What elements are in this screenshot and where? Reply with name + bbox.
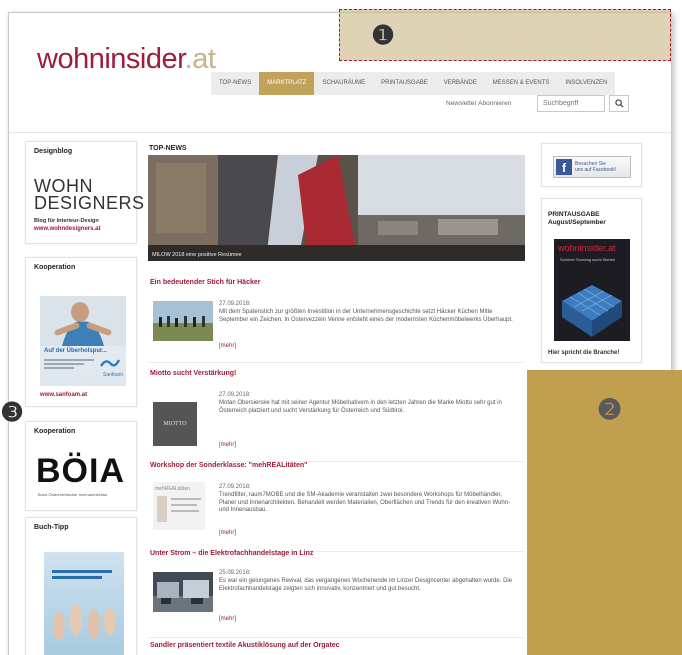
nav-item-marktplatz[interactable]: MARKTPLATZ: [259, 72, 315, 95]
nav-item-printausgabe[interactable]: PRINTAUSGABE: [373, 72, 436, 95]
designblog-title: Designblog: [34, 148, 73, 155]
facebook-button[interactable]: f Besuchen Sie uns auf Facebook!: [553, 156, 631, 178]
sanfoam-brand: Sanfoam: [102, 372, 123, 378]
article-item: Unter Strom – die Elektrofachhandelstage…: [148, 550, 525, 638]
cover-logo: wohninsider.at: [558, 243, 616, 253]
article-body: Motan Obersierske hat mit seiner Agentur…: [219, 400, 502, 414]
article-date: 25.09.2018:: [219, 570, 251, 576]
article-more-link[interactable]: [mehr]: [219, 616, 236, 622]
article-more-link[interactable]: [mehr]: [219, 530, 236, 536]
callout-badge-1: ❶: [371, 20, 395, 50]
miotto-logo: MIOTTO: [163, 421, 187, 427]
main-nav: TOP-NEWS MARKTPLATZ SCHAURÄUME PRINTAUSG…: [211, 72, 616, 95]
kooperation-title: Kooperation: [34, 264, 76, 271]
search-input[interactable]: [537, 95, 605, 112]
nav-item-verbaende[interactable]: VERBÄNDE: [436, 72, 485, 95]
article-title[interactable]: Unter Strom – die Elektrofachhandelstage…: [150, 550, 313, 557]
article-date: 27.09.2018:: [219, 301, 251, 307]
search-icon: [614, 99, 624, 108]
designblog-tagline: Blog für Interieur-Design: [34, 218, 99, 224]
article-title[interactable]: Workshop der Sonderklasse: "mehREALitäte…: [150, 462, 307, 469]
kooperation-sanfoam-box: Kooperation Auf der Überholspur... Sanfo…: [25, 257, 137, 407]
article-date: 27.09.2018:: [219, 484, 251, 490]
article-thumbnail[interactable]: [153, 572, 213, 612]
magazine-cover[interactable]: wohninsider.at Schöner Sonntag sucht Sie…: [554, 239, 630, 341]
nav-item-insolvenzen[interactable]: INSOLVENZEN: [557, 72, 615, 95]
article-body: Es war ein gelungenes Revival, das verga…: [219, 578, 513, 592]
sanfoam-ad-lines: [44, 359, 94, 369]
article-thumbnail[interactable]: mehREALitäten: [153, 482, 205, 530]
cover-grid-image: [562, 285, 622, 337]
site-logo[interactable]: wohninsider.at: [37, 43, 216, 76]
article-title[interactable]: Sandler präsentiert textile Akustiklösun…: [150, 642, 340, 649]
athlete-image: [40, 296, 126, 346]
boia-logo[interactable]: BÖIA: [36, 452, 125, 491]
article-more-link[interactable]: [mehr]: [219, 343, 236, 349]
newsletter-link[interactable]: Newsletter Abonnieren: [446, 99, 511, 109]
boia-subtitle: Bund Österreichischer Innenarchitektur: [38, 492, 108, 497]
trade-show-image: [153, 572, 213, 612]
article-item: Workshop der Sonderklasse: "mehREALitäte…: [148, 462, 525, 552]
designblog-link[interactable]: www.wohndesigners.at: [34, 226, 100, 232]
buchtipp-title: Buch-Tipp: [34, 524, 69, 531]
cover-text: Schöner Sonntag sucht Sieben: [560, 257, 616, 262]
ground-breaking-image: [153, 301, 213, 341]
callout-badge-3: ❸: [0, 397, 24, 427]
facebook-text: Besuchen Sie uns auf Facebook!: [575, 161, 616, 173]
article-date: 27.09.2018:: [219, 392, 251, 398]
sanfoam-ad-text: Auf der Überholspur...: [44, 348, 108, 354]
article-item: Miotto sucht Verstärkung! MIOTTO 27.09.2…: [148, 370, 525, 462]
nav-item-messen-events[interactable]: MESSEN & EVENTS: [485, 72, 558, 95]
article-title[interactable]: Miotto sucht Verstärkung!: [150, 370, 236, 377]
article-item: Ein bedeutender Stich für Häcker 27.09.2…: [148, 279, 525, 363]
hands-image: [53, 604, 116, 640]
wohndesigners-logo-line2: DESIGNERS: [34, 193, 145, 213]
wohndesigners-logo[interactable]: WOHN DESIGNERS: [34, 177, 145, 213]
printausgabe-title: PRINTAUSGABE August/September: [548, 211, 606, 227]
designblog-box: Designblog WOHN DESIGNERS Blog für Inter…: [25, 141, 144, 244]
search-button[interactable]: [609, 95, 629, 112]
facebook-text-line2: uns auf Facebook!: [575, 167, 617, 173]
logo-main: wohninsider: [37, 43, 185, 75]
callout-badge-2: ❷: [597, 394, 623, 425]
facebook-icon: f: [556, 159, 572, 175]
top-news-heading: TOP-NEWS: [149, 145, 187, 152]
sanfoam-logo-icon: [100, 359, 120, 367]
kooperation-boia-box: Kooperation BÖIA Bund Österreichischer I…: [25, 421, 137, 511]
hero-caption: MILOW 2018 eine positive Resümee: [152, 252, 242, 258]
printausgabe-title-line1: PRINTAUSGABE: [548, 211, 600, 218]
article-thumbnail[interactable]: MIOTTO: [153, 402, 197, 446]
buchtipp-box: Buch-Tipp: [25, 517, 137, 655]
hero-image[interactable]: MILOW 2018 eine positive Resümee: [148, 155, 525, 261]
printausgabe-title-line2: August/September: [548, 219, 606, 226]
sanfoam-ad[interactable]: Auf der Überholspur... Sanfoam: [40, 296, 126, 386]
logo-suffix: .at: [184, 43, 216, 75]
article-body: Trendfilter, raum7MOBE und die SM-Akadem…: [219, 492, 511, 513]
article-thumbnail[interactable]: [153, 301, 213, 341]
printausgabe-box: PRINTAUSGABE August/September wohninside…: [541, 198, 642, 363]
article-title[interactable]: Ein bedeutender Stich für Häcker: [150, 279, 260, 286]
article-more-link[interactable]: [mehr]: [219, 442, 236, 448]
print-caption: Hier spricht die Branche!: [548, 350, 620, 356]
book-cover[interactable]: [44, 552, 124, 655]
hero-photo: [148, 155, 525, 261]
nav-item-schauraeume[interactable]: SCHAURÄUME: [314, 72, 373, 95]
article-item: Sandler präsentiert textile Akustiklösun…: [148, 642, 525, 655]
nav-item-top-news[interactable]: TOP-NEWS: [211, 72, 259, 95]
article-body: Mit dem Spatenstich zur größten Investit…: [219, 309, 513, 323]
sanfoam-link[interactable]: www.sanfoam.at: [40, 392, 87, 398]
kooperation-title-2: Kooperation: [34, 428, 76, 435]
workshop-thumb-label: mehREALitäten: [155, 486, 191, 492]
